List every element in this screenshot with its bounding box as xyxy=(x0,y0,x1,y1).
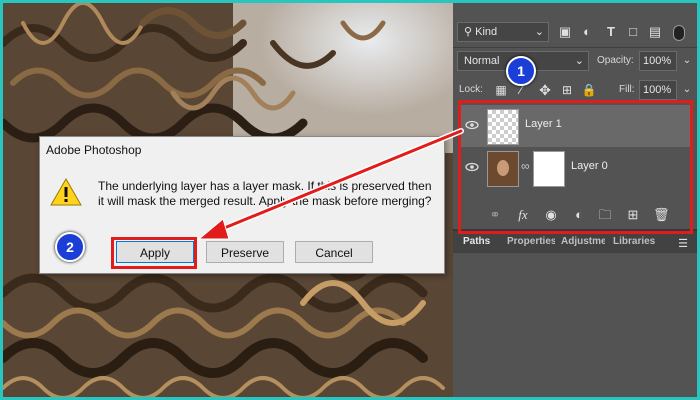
annotation-arrow xyxy=(197,128,464,240)
step-badge-1: 1 xyxy=(506,56,536,86)
screenshot-frame: ⚲ Kind ⌄ ▣ ◐ T □ ▤ Normal ⌄ Opacity: 100… xyxy=(0,0,700,400)
step-badge-2: 2 xyxy=(55,232,85,262)
